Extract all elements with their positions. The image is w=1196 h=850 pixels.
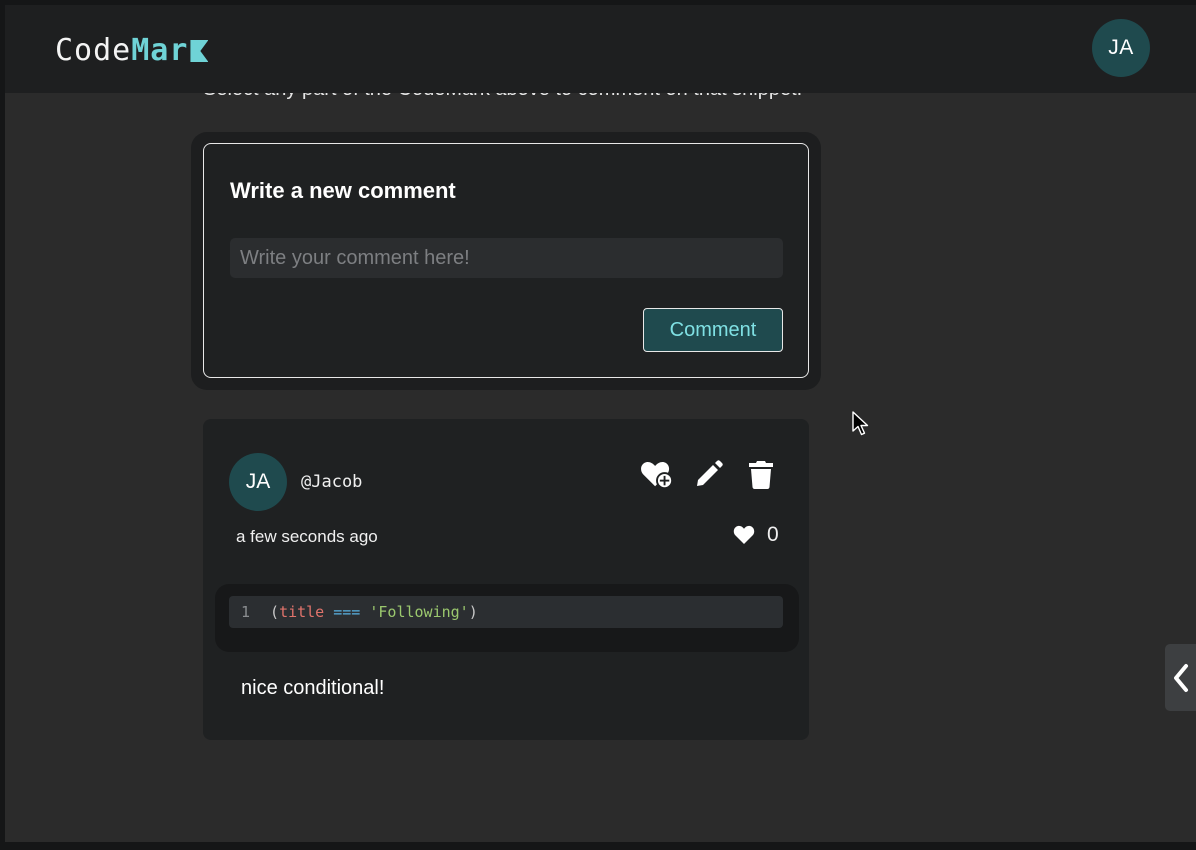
navbar: Code Mar JA [5, 5, 1196, 93]
comment-submit-button[interactable]: Comment [643, 308, 783, 352]
comment-actions [640, 457, 796, 491]
new-comment-heading: Write a new comment [230, 178, 456, 203]
pencil-icon [697, 460, 723, 486]
mouse-cursor-icon [852, 411, 869, 436]
comment-body: nice conditional! [241, 677, 385, 699]
code-token: 'Following' [369, 603, 469, 621]
sidebar-toggle-button[interactable] [1165, 644, 1196, 711]
like-count: 0 [767, 523, 779, 546]
like-comment-button[interactable] [640, 457, 674, 491]
edit-comment-button[interactable] [692, 457, 726, 491]
code-token: === [324, 603, 370, 621]
trash-icon [749, 461, 773, 489]
logo-flag-icon [190, 40, 209, 62]
heart-icon [733, 525, 755, 544]
comment-card: JA @Jacob a few seconds ago 0 1 (title =… [203, 419, 809, 740]
logo-text-accent: Mar [131, 33, 189, 68]
comment-timestamp: a few seconds ago [236, 527, 378, 546]
comment-author-avatar[interactable]: JA [229, 453, 287, 511]
heart-plus-icon [641, 462, 674, 490]
code-token: ) [468, 603, 478, 621]
new-comment-form: Write a new comment Comment [203, 143, 809, 378]
logo-text-prefix: Code [55, 33, 132, 68]
like-counter: 0 [733, 523, 779, 547]
code-snippet[interactable]: 1 (title === 'Following') [229, 596, 783, 628]
code-line-number: 1 [241, 603, 251, 621]
user-avatar[interactable]: JA [1092, 19, 1150, 77]
chevron-left-icon [1173, 663, 1188, 692]
code-token: title [279, 603, 325, 621]
delete-comment-button[interactable] [744, 457, 778, 491]
code-token: ( [270, 603, 280, 621]
comment-author-username[interactable]: @Jacob [301, 472, 362, 492]
logo[interactable]: Code Mar [55, 33, 209, 69]
comment-input[interactable] [230, 238, 783, 278]
